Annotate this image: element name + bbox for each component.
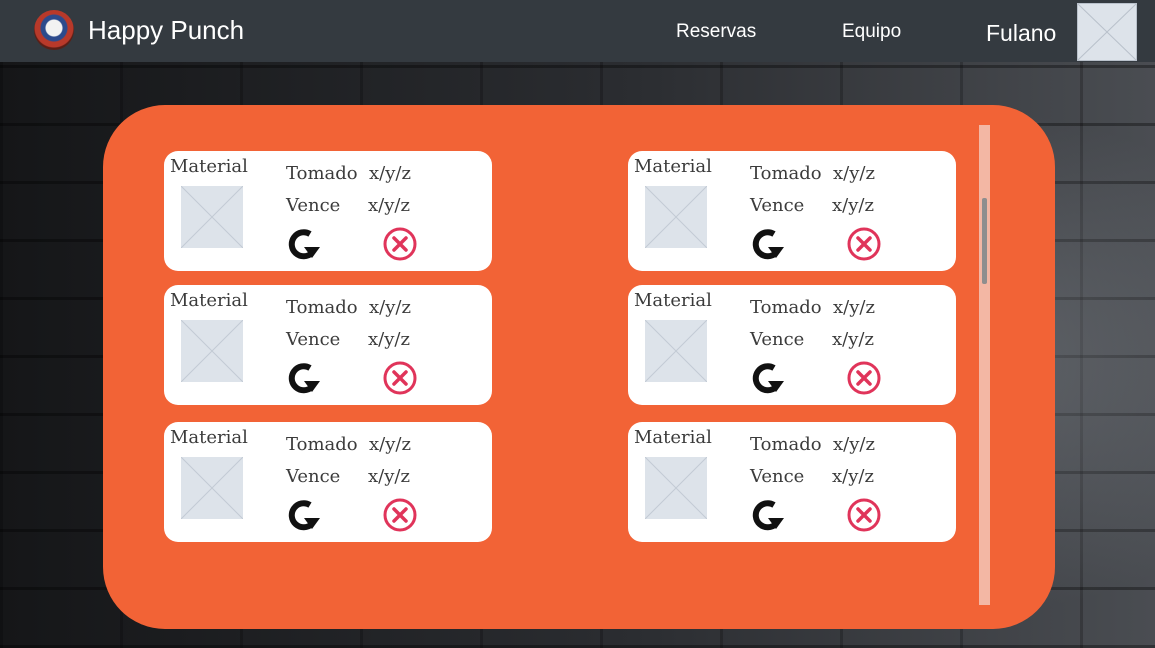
material-image <box>180 319 244 383</box>
taken-date: x/y/z <box>833 297 875 318</box>
loan-card: Material Tomado x/y/z Vence x/y/z <box>164 422 492 542</box>
cancel-circle-x-icon <box>847 227 881 261</box>
taken-label: Tomado <box>286 163 358 184</box>
logo <box>34 10 74 50</box>
cancel-circle-x-icon <box>847 361 881 395</box>
taken-label: Tomado <box>750 434 822 455</box>
due-date: x/y/z <box>832 329 874 350</box>
loan-card: Material Tomado x/y/z Vence x/y/z <box>628 151 956 271</box>
image-placeholder-icon <box>180 319 244 383</box>
loan-card: Material Tomado x/y/z Vence x/y/z <box>164 285 492 405</box>
cancel-circle-x-icon <box>383 361 417 395</box>
material-label: Material <box>170 156 248 177</box>
image-placeholder-icon <box>644 456 708 520</box>
taken-label: Tomado <box>286 434 358 455</box>
cancel-circle-x-icon <box>383 227 417 261</box>
image-placeholder-icon <box>644 319 708 383</box>
scrollbar[interactable] <box>979 125 990 605</box>
cancel-button[interactable] <box>845 225 883 263</box>
due-date: x/y/z <box>832 195 874 216</box>
renew-arrow-icon <box>752 500 784 531</box>
material-label: Material <box>170 427 248 448</box>
material-image <box>644 319 708 383</box>
cancel-button[interactable] <box>845 496 883 534</box>
renew-button[interactable] <box>748 496 786 534</box>
renew-arrow-icon <box>752 363 784 394</box>
renew-arrow-icon <box>752 229 784 260</box>
due-date: x/y/z <box>368 329 410 350</box>
material-image <box>644 185 708 249</box>
renew-button[interactable] <box>284 225 322 263</box>
loan-card: Material Tomado x/y/z Vence x/y/z <box>628 422 956 542</box>
taken-label: Tomado <box>750 297 822 318</box>
material-label: Material <box>634 290 712 311</box>
taken-date: x/y/z <box>369 297 411 318</box>
taken-date: x/y/z <box>369 434 411 455</box>
image-placeholder-icon <box>180 456 244 520</box>
image-placeholder-icon <box>644 185 708 249</box>
avatar-placeholder-icon <box>1077 3 1137 61</box>
due-label: Vence <box>750 329 805 350</box>
due-date: x/y/z <box>368 466 410 487</box>
nav-link-reservas[interactable]: Reservas <box>676 21 756 43</box>
brand[interactable]: Happy Punch <box>34 10 244 50</box>
material-image <box>180 456 244 520</box>
cancel-button[interactable] <box>381 359 419 397</box>
cancel-circle-x-icon <box>847 498 881 532</box>
user-name[interactable]: Fulano <box>986 20 1056 47</box>
due-label: Vence <box>286 329 341 350</box>
renew-arrow-icon <box>288 229 320 260</box>
taken-date: x/y/z <box>833 434 875 455</box>
material-label: Material <box>634 156 712 177</box>
cancel-button[interactable] <box>845 359 883 397</box>
taken-date: x/y/z <box>369 163 411 184</box>
cancel-button[interactable] <box>381 225 419 263</box>
cancel-button[interactable] <box>381 496 419 534</box>
renew-button[interactable] <box>284 496 322 534</box>
cancel-circle-x-icon <box>383 498 417 532</box>
nav-link-equipo[interactable]: Equipo <box>842 21 901 43</box>
loan-card: Material Tomado x/y/z Vence x/y/z <box>164 151 492 271</box>
taken-label: Tomado <box>750 163 822 184</box>
scrollbar-thumb[interactable] <box>982 198 987 284</box>
material-image <box>180 185 244 249</box>
due-label: Vence <box>750 466 805 487</box>
brand-name: Happy Punch <box>88 14 245 45</box>
taken-date: x/y/z <box>833 163 875 184</box>
renew-arrow-icon <box>288 363 320 394</box>
renew-arrow-icon <box>288 500 320 531</box>
image-placeholder-icon <box>180 185 244 249</box>
renew-button[interactable] <box>748 225 786 263</box>
material-label: Material <box>170 290 248 311</box>
loan-card: Material Tomado x/y/z Vence x/y/z <box>628 285 956 405</box>
due-date: x/y/z <box>832 466 874 487</box>
due-date: x/y/z <box>368 195 410 216</box>
renew-button[interactable] <box>748 359 786 397</box>
due-label: Vence <box>286 195 341 216</box>
due-label: Vence <box>750 195 805 216</box>
taken-label: Tomado <box>286 297 358 318</box>
material-image <box>644 456 708 520</box>
due-label: Vence <box>286 466 341 487</box>
navbar: Happy Punch Reservas Equipo Fulano <box>0 0 1155 62</box>
renew-button[interactable] <box>284 359 322 397</box>
avatar[interactable] <box>1077 3 1137 61</box>
material-label: Material <box>634 427 712 448</box>
